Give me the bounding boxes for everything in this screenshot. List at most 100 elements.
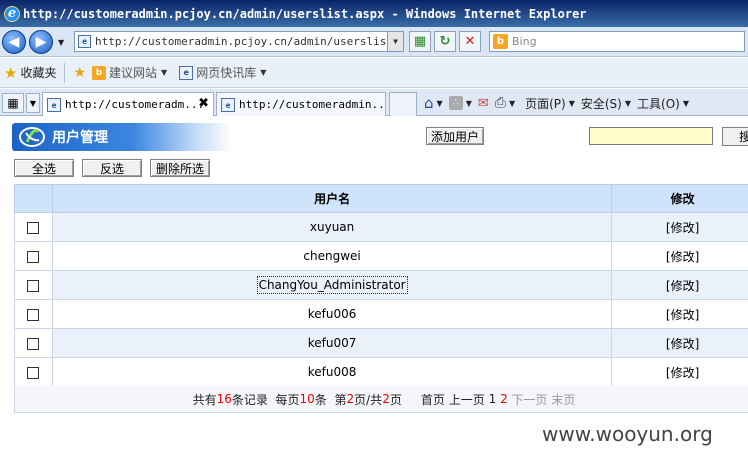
row-checkbox[interactable] — [27, 221, 40, 234]
mail-icon: ✉ — [477, 95, 489, 111]
username-cell: chengwei — [51, 241, 613, 271]
home-button[interactable]: ⌂ ▼ — [424, 94, 443, 112]
fav-item-webslice[interactable]: e 网页快讯库 ▼ — [179, 64, 266, 81]
forward-button[interactable]: ▶ — [29, 30, 53, 54]
row-checkbox[interactable] — [27, 279, 40, 292]
prev-page-link[interactable]: 上一页 — [449, 391, 485, 408]
favorites-bar: ★ 收藏夹 ★ b 建议网站 ▼ e 网页快讯库 ▼ — [0, 58, 748, 88]
tab-active[interactable]: e http://customeradm... ✖ — [42, 92, 214, 116]
ie-logo-icon: e — [4, 5, 20, 22]
mail-button[interactable]: ✉ — [478, 96, 489, 111]
quick-tabs-icon[interactable]: ▦ — [2, 93, 24, 113]
username-cell: xuyuan — [51, 212, 613, 242]
chevron-down-icon: ▼ — [682, 98, 689, 108]
last-page-link: 末页 — [551, 392, 576, 407]
print-button[interactable]: ⎙ ▼ — [495, 95, 515, 111]
username-focused: ChangYou_Administrator — [256, 276, 408, 294]
bing-icon: b — [92, 65, 107, 80]
tools-menu[interactable]: 工具(O) ▼ — [637, 95, 689, 112]
row-checkbox-cell — [14, 270, 53, 300]
invert-selection-button[interactable]: 反选 — [82, 159, 142, 177]
username-cell: ChangYou_Administrator — [51, 270, 613, 300]
page-menu-label: 页面(P) — [525, 96, 566, 111]
page-icon: e — [47, 98, 61, 112]
column-header-username: 用户名 — [51, 184, 613, 213]
pager-records-label: 条记录 — [231, 392, 268, 407]
page-icon: e — [78, 35, 91, 48]
new-tab-button[interactable] — [389, 92, 417, 116]
delete-selected-button[interactable]: 删除所选 — [150, 159, 210, 177]
row-checkbox[interactable] — [27, 366, 40, 379]
current-page: 2 — [346, 392, 355, 406]
edit-link[interactable]: [修改] — [611, 357, 748, 387]
chevron-down-icon: ▼ — [161, 68, 168, 77]
page-2-current: 2 — [500, 392, 508, 406]
pager-prefix: 共有 — [192, 392, 217, 407]
history-dropdown-icon[interactable]: ▼ — [58, 38, 64, 47]
edit-link[interactable]: [修改] — [611, 328, 748, 358]
row-checkbox-cell — [14, 299, 53, 329]
row-checkbox-cell — [14, 241, 53, 271]
chevron-down-icon: ▼ — [436, 98, 443, 108]
favorites-label[interactable]: 收藏夹 — [20, 64, 56, 81]
compatibility-icon[interactable]: ▦ — [409, 31, 431, 52]
page-title: 用户管理 — [52, 130, 108, 146]
header-checkbox-cell — [14, 184, 53, 213]
close-tab-icon[interactable]: ✖ — [198, 96, 209, 111]
safety-menu-label: 安全(S) — [580, 96, 622, 111]
table-row: kefu008 [修改] — [14, 357, 748, 387]
fav-item-label: 建议网站 — [109, 66, 158, 80]
add-favorite-icon[interactable]: ★ — [73, 65, 86, 81]
page-menu[interactable]: 页面(P) ▼ — [525, 95, 575, 112]
select-all-button[interactable]: 全选 — [14, 159, 74, 177]
first-page-link[interactable]: 首页 — [421, 391, 445, 408]
feeds-button[interactable]: ∴ ▼ — [448, 96, 472, 110]
tab-bar: ▦ ▼ e http://customeradm... ✖ e http://c… — [0, 89, 748, 116]
row-checkbox[interactable] — [27, 337, 40, 350]
edit-link[interactable]: [修改] — [611, 299, 748, 329]
search-button[interactable]: 搜 — [722, 127, 748, 146]
address-bar[interactable]: e http://customeradmin.pcjoy.cn/admin/us… — [74, 31, 404, 52]
address-dropdown-icon[interactable]: ▼ — [387, 32, 403, 51]
username-cell: kefu008 — [51, 357, 613, 387]
search-input[interactable] — [589, 127, 713, 145]
safety-menu[interactable]: 安全(S) ▼ — [581, 95, 631, 112]
table-header-row: 用户名 修改 — [14, 184, 748, 213]
per-page-count: 10 — [299, 392, 315, 406]
table-row: kefu007 [修改] — [14, 328, 748, 358]
chevron-down-icon: ▼ — [260, 68, 267, 77]
tools-menu-label: 工具(O) — [637, 96, 680, 111]
page-1-link[interactable]: 1 — [489, 392, 497, 406]
fav-item-suggested[interactable]: b 建议网站 ▼ — [92, 64, 167, 81]
row-checkbox[interactable] — [27, 250, 40, 263]
print-icon: ⎙ — [494, 95, 506, 111]
refresh-icon[interactable]: ↻ — [434, 31, 456, 52]
watermark: www.wooyun.org — [542, 422, 713, 446]
divider — [64, 62, 66, 83]
chevron-down-icon: ▼ — [568, 98, 575, 108]
edit-link[interactable]: [修改] — [611, 212, 748, 242]
stop-icon[interactable]: ✕ — [459, 31, 481, 52]
back-button[interactable]: ◀ — [2, 30, 26, 54]
page-icon: e — [179, 65, 194, 80]
logo-icon — [18, 125, 46, 149]
chevron-down-icon: ▼ — [508, 98, 516, 108]
table-row: xuyuan [修改] — [14, 212, 748, 242]
favorites-star-icon[interactable]: ★ — [4, 64, 17, 82]
rss-icon: ∴ — [448, 96, 463, 110]
search-box[interactable]: b Bing — [489, 31, 745, 52]
tab-list-icon[interactable]: ▼ — [26, 93, 40, 113]
total-pages: 2 — [382, 392, 390, 406]
tab-label: http://customeradmin... — [239, 98, 386, 111]
row-checkbox[interactable] — [27, 308, 40, 321]
tab-second[interactable]: e http://customeradmin... — [216, 92, 386, 116]
edit-link[interactable]: [修改] — [611, 241, 748, 271]
address-text: http://customeradmin.pcjoy.cn/admin/user… — [95, 35, 404, 48]
column-header-edit: 修改 — [611, 184, 748, 213]
window-title-bar: e http://customeradmin.pcjoy.cn/admin/us… — [0, 0, 748, 27]
per-page-suffix: 条 — [314, 392, 327, 407]
total-records: 16 — [216, 392, 232, 406]
edit-link[interactable]: [修改] — [611, 270, 748, 300]
username-cell: kefu006 — [51, 299, 613, 329]
add-user-button[interactable]: 添加用户 — [426, 127, 484, 145]
